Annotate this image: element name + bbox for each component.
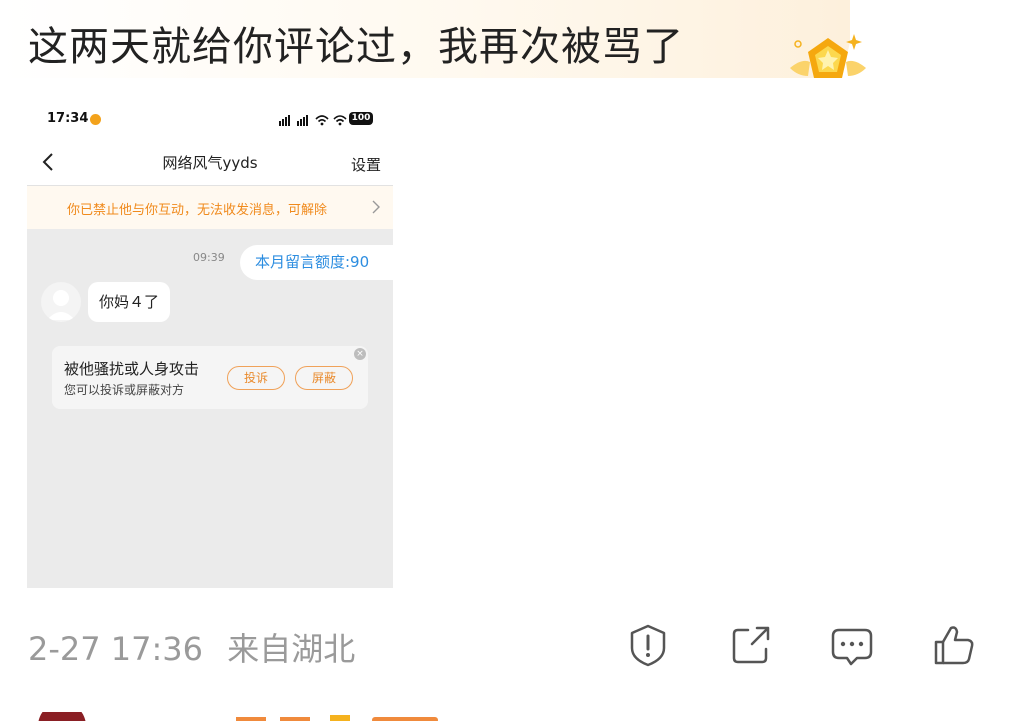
battery-icon: 100 (349, 112, 373, 125)
post-location: 来自湖北 (227, 630, 356, 668)
avatar[interactable] (41, 282, 81, 322)
chat-nav-bar: 网络风气yyds 设置 (27, 140, 393, 186)
post-timestamp: 2-27 17:36 (28, 630, 204, 668)
report-button[interactable]: 投诉 (227, 366, 285, 390)
default-avatar-icon (47, 290, 75, 320)
gold-badge-icon (790, 34, 866, 78)
message-time: 09:39 (193, 251, 225, 264)
block-notice[interactable]: 你已禁止他与你互动，无法收发消息，可解除 (27, 186, 393, 229)
post-text: 这两天就给你评论过，我再次被骂了 (28, 24, 684, 70)
status-bar: 17:34 100 (27, 100, 393, 140)
app-indicator-icon (90, 114, 101, 125)
settings-button[interactable]: 设置 (351, 154, 381, 175)
block-notice-text: 你已禁止他与你互动，无法收发消息，可解除 (67, 203, 328, 218)
share-icon[interactable] (728, 622, 774, 668)
report-icon[interactable] (625, 622, 671, 668)
signal-wifi-icon (279, 115, 347, 126)
like-icon[interactable] (931, 622, 977, 668)
incoming-message: 你妈４了 (88, 282, 171, 322)
report-card-subtitle: 您可以投诉或屏蔽对方 (64, 383, 185, 397)
post-meta: 2-27 17:36 来自湖北 (28, 624, 355, 670)
chat-title: 网络风气yyds (162, 154, 258, 172)
report-card: 被他骚扰或人身攻击 您可以投诉或屏蔽对方 投诉 屏蔽 (52, 346, 368, 409)
quota-bubble: 本月留言额度:90 (240, 245, 393, 280)
next-post-partial (38, 712, 438, 721)
comment-icon[interactable] (829, 622, 875, 668)
chat-screenshot: 17:34 100 网络风气yyds 设置 你已禁止他与你互动，无法收发消息，可… (27, 100, 393, 588)
status-time: 17:34 (47, 111, 89, 126)
block-button[interactable]: 屏蔽 (295, 366, 353, 390)
report-card-title: 被他骚扰或人身攻击 (64, 360, 200, 378)
chevron-right-icon (372, 200, 380, 214)
close-icon[interactable]: × (354, 348, 366, 360)
